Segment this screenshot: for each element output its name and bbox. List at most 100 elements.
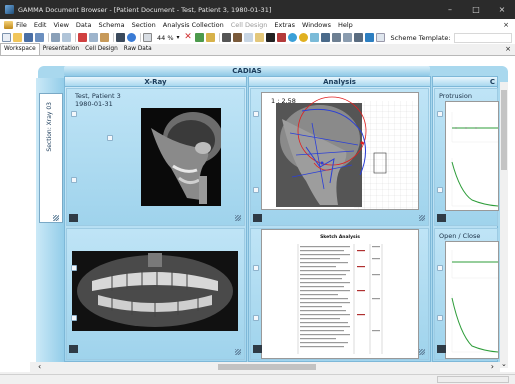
horizontal-scrollbar[interactable]: ‹ › — [30, 362, 500, 372]
paste-icon[interactable] — [100, 33, 109, 42]
cell-handle[interactable] — [253, 187, 259, 193]
cut-icon[interactable] — [78, 33, 87, 42]
info-icon[interactable] — [127, 33, 136, 42]
cell-resize-grip[interactable] — [235, 215, 241, 221]
cell-handle[interactable] — [437, 111, 443, 117]
chart-cell-bottom[interactable]: Open / Close — [434, 228, 499, 360]
fit-icon[interactable] — [143, 33, 152, 42]
print-icon[interactable] — [51, 33, 60, 42]
view1-icon[interactable] — [331, 33, 341, 42]
print-setup-icon[interactable] — [35, 33, 44, 42]
view2-icon[interactable] — [342, 33, 352, 42]
export-icon[interactable] — [309, 33, 319, 42]
edit-icon[interactable] — [194, 33, 204, 42]
chart-cell-top[interactable]: Protrusion — [434, 88, 499, 226]
cell-handle[interactable] — [253, 315, 259, 321]
menu-analysis-collection[interactable]: Analysis Collection — [163, 21, 224, 29]
section-panel[interactable]: Section: Xray 03 — [39, 93, 63, 223]
ruler-icon[interactable] — [265, 33, 275, 42]
column-header-xray[interactable]: X-Ray — [65, 77, 246, 87]
document-close-button[interactable]: × — [503, 21, 509, 29]
scheme-template-field[interactable] — [453, 32, 512, 43]
section-resize-grip[interactable] — [53, 215, 59, 221]
cell-resize-grip[interactable] — [419, 215, 425, 221]
sketch-analysis-sheet[interactable]: Sketch Analysis — [261, 229, 419, 359]
cell-handle[interactable] — [107, 135, 113, 141]
menu-data[interactable]: Data — [76, 21, 92, 29]
vertical-scrollbar[interactable]: ⌄ — [500, 82, 508, 368]
column-header-analysis[interactable]: Analysis — [249, 77, 430, 87]
menu-file[interactable]: File — [16, 21, 27, 29]
lock-icon[interactable] — [205, 33, 215, 42]
cell-handle[interactable] — [71, 111, 77, 117]
menu-bar: File Edit View Data Schema Section Analy… — [0, 19, 515, 31]
scroll-right-icon[interactable]: › — [491, 362, 494, 372]
cell-handle[interactable] — [437, 187, 443, 193]
scroll-down-icon[interactable]: ⌄ — [501, 360, 507, 368]
vertical-scroll-thumb[interactable] — [501, 90, 507, 170]
cell-resize-grip[interactable] — [419, 349, 425, 355]
menu-windows[interactable]: Windows — [302, 21, 331, 29]
cell-handle[interactable] — [253, 265, 259, 271]
menu-help[interactable]: Help — [338, 21, 353, 29]
color-icon[interactable] — [287, 33, 297, 42]
protrusion-label: Protrusion — [439, 92, 472, 100]
zoom-dropdown-icon[interactable]: ▾ — [177, 33, 182, 42]
scroll-left-icon[interactable]: ‹ — [38, 362, 41, 372]
grid-icon[interactable] — [276, 33, 286, 42]
cell-type-badge — [69, 214, 78, 222]
column-header-charts[interactable]: C — [433, 77, 497, 87]
open-close-chart-graphic — [451, 250, 498, 353]
pan-xray-image[interactable] — [72, 251, 238, 331]
cell-resize-grip[interactable] — [235, 349, 241, 355]
minimize-button[interactable]: – — [437, 0, 463, 19]
analysis-cell-bottom[interactable]: Sketch Analysis — [250, 228, 429, 360]
screen-icon[interactable] — [243, 33, 253, 42]
menu-edit[interactable]: Edit — [34, 21, 47, 29]
cell-handle[interactable] — [437, 315, 443, 321]
tab-close-button[interactable]: × — [505, 44, 511, 55]
menu-extras[interactable]: Extras — [274, 21, 295, 29]
cell-handle[interactable] — [71, 315, 77, 321]
page-icon[interactable] — [375, 33, 385, 42]
open-icon[interactable] — [13, 33, 22, 42]
open-close-chart-sheet[interactable] — [445, 241, 499, 359]
tab-cell-design[interactable]: Cell Design — [82, 44, 121, 55]
close-button[interactable]: × — [489, 0, 515, 19]
layout-icon[interactable] — [116, 33, 125, 42]
tool-icon[interactable] — [254, 33, 264, 42]
analysis-tracing[interactable]: 1 : 2.58 — [261, 92, 419, 210]
cell-handle[interactable] — [71, 265, 77, 271]
zoom-level[interactable]: 44 % — [157, 34, 174, 42]
tab-presentation[interactable]: Presentation — [40, 44, 82, 55]
menu-view[interactable]: View — [53, 21, 68, 29]
copy-icon[interactable] — [89, 33, 98, 42]
menu-schema[interactable]: Schema — [98, 21, 124, 29]
arrow-icon[interactable] — [320, 33, 330, 42]
protrusion-chart-sheet[interactable] — [445, 101, 499, 211]
print-preview-icon[interactable] — [62, 33, 71, 42]
xray-cell-bottom[interactable] — [66, 228, 245, 360]
view3-icon[interactable] — [353, 33, 363, 42]
ceph-xray-image[interactable] — [141, 108, 221, 206]
new-icon[interactable] — [2, 33, 11, 42]
analysis-scale: 1 : 2.58 — [271, 97, 296, 105]
analysis-cell-top[interactable]: 1 : 2.58 — [250, 88, 429, 226]
cell-handle[interactable] — [71, 177, 77, 183]
tab-raw-data[interactable]: Raw Data — [121, 44, 155, 55]
horizontal-scroll-thumb[interactable] — [218, 364, 316, 370]
document-menu-icon[interactable] — [4, 21, 13, 29]
tab-workspace[interactable]: Workspace — [0, 43, 40, 55]
cell-handle[interactable] — [437, 265, 443, 271]
xray-cell-top[interactable]: Test, Patient 3 1980-01-31 — [66, 88, 245, 226]
title-bar: GAMMA Document Browser - [Patient Docume… — [0, 0, 515, 19]
camera-icon[interactable] — [221, 33, 231, 42]
menu-section[interactable]: Section — [132, 21, 156, 29]
circle-icon[interactable] — [298, 33, 308, 42]
capture-icon[interactable] — [232, 33, 242, 42]
cell-handle[interactable] — [253, 111, 259, 117]
delete-icon[interactable]: ✕ — [184, 33, 193, 42]
save-icon[interactable] — [24, 33, 33, 42]
check-icon[interactable] — [364, 33, 374, 42]
maximize-button[interactable]: □ — [463, 0, 489, 19]
